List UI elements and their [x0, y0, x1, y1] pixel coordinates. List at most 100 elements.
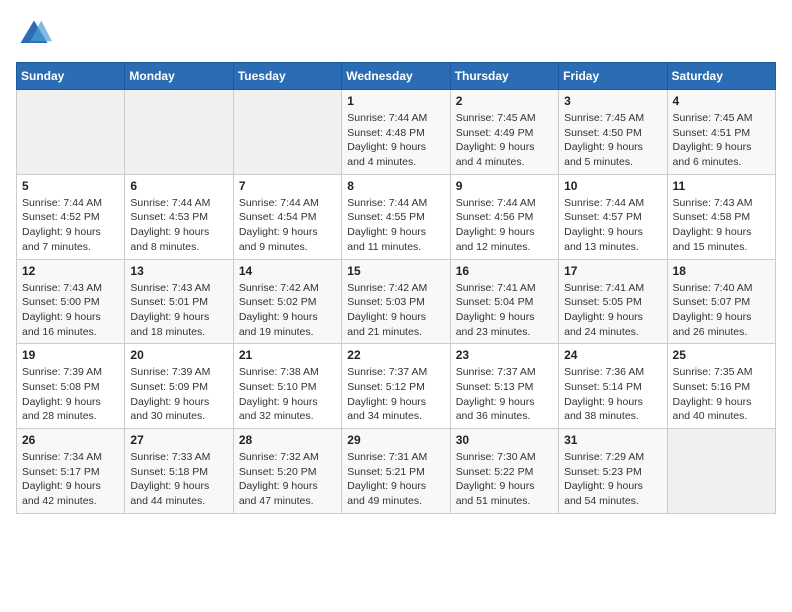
- day-info: Sunrise: 7:44 AMSunset: 4:53 PMDaylight:…: [130, 196, 227, 255]
- calendar-cell: 2 Sunrise: 7:45 AMSunset: 4:49 PMDaylight…: [450, 90, 558, 175]
- day-header-tuesday: Tuesday: [233, 63, 341, 90]
- day-number: 2: [456, 94, 553, 108]
- day-info: Sunrise: 7:44 AMSunset: 4:48 PMDaylight:…: [347, 111, 444, 170]
- day-info: Sunrise: 7:37 AMSunset: 5:13 PMDaylight:…: [456, 365, 553, 424]
- calendar-cell: [17, 90, 125, 175]
- day-number: 9: [456, 179, 553, 193]
- calendar-cell: 17Sunrise: 7:41 AMSunset: 5:05 PMDayligh…: [559, 259, 667, 344]
- calendar-cell: 1 Sunrise: 7:44 AMSunset: 4:48 PMDaylight…: [342, 90, 450, 175]
- day-number: 6: [130, 179, 227, 193]
- day-number: 3: [564, 94, 661, 108]
- day-info: Sunrise: 7:42 AMSunset: 5:03 PMDaylight:…: [347, 281, 444, 340]
- calendar-cell: 14 Sunrise: 7:42 AMSunset: 5:02 PMDayligh…: [233, 259, 341, 344]
- day-info: Sunrise: 7:43 AMSunset: 4:58 PMDaylight:…: [673, 196, 770, 255]
- day-info: Sunrise: 7:45 AMSunset: 4:49 PMDaylight:…: [456, 111, 553, 170]
- calendar-cell: 25Sunrise: 7:35 AMSunset: 5:16 PMDayligh…: [667, 344, 775, 429]
- day-header-monday: Monday: [125, 63, 233, 90]
- day-number: 29: [347, 433, 444, 447]
- calendar-cell: 28 Sunrise: 7:32 AMSunset: 5:20 PMDayligh…: [233, 429, 341, 514]
- day-info: Sunrise: 7:43 AMSunset: 5:00 PMDaylight:…: [22, 281, 119, 340]
- day-number: 26: [22, 433, 119, 447]
- calendar-cell: 20Sunrise: 7:39 AMSunset: 5:09 PMDayligh…: [125, 344, 233, 429]
- day-info: Sunrise: 7:43 AMSunset: 5:01 PMDaylight:…: [130, 281, 227, 340]
- calendar-cell: 11 Sunrise: 7:43 AMSunset: 4:58 PMDayligh…: [667, 174, 775, 259]
- day-info: Sunrise: 7:44 AMSunset: 4:55 PMDaylight:…: [347, 196, 444, 255]
- day-info: Sunrise: 7:45 AMSunset: 4:50 PMDaylight:…: [564, 111, 661, 170]
- day-number: 31: [564, 433, 661, 447]
- calendar-cell: 30Sunrise: 7:30 AMSunset: 5:22 PMDayligh…: [450, 429, 558, 514]
- calendar-cell: 12 Sunrise: 7:43 AMSunset: 5:00 PMDayligh…: [17, 259, 125, 344]
- day-info: Sunrise: 7:45 AMSunset: 4:51 PMDaylight:…: [673, 111, 770, 170]
- calendar-cell: [125, 90, 233, 175]
- day-number: 16: [456, 264, 553, 278]
- calendar-cell: 24 Sunrise: 7:36 AMSunset: 5:14 PMDayligh…: [559, 344, 667, 429]
- day-info: Sunrise: 7:35 AMSunset: 5:16 PMDaylight:…: [673, 365, 770, 424]
- day-info: Sunrise: 7:44 AMSunset: 4:52 PMDaylight:…: [22, 196, 119, 255]
- calendar-cell: 8 Sunrise: 7:44 AMSunset: 4:55 PMDaylight…: [342, 174, 450, 259]
- calendar-cell: 18 Sunrise: 7:40 AMSunset: 5:07 PMDayligh…: [667, 259, 775, 344]
- day-info: Sunrise: 7:44 AMSunset: 4:56 PMDaylight:…: [456, 196, 553, 255]
- calendar-week-5: 26 Sunrise: 7:34 AMSunset: 5:17 PMDayligh…: [17, 429, 776, 514]
- day-info: Sunrise: 7:37 AMSunset: 5:12 PMDaylight:…: [347, 365, 444, 424]
- calendar-cell: 7 Sunrise: 7:44 AMSunset: 4:54 PMDaylight…: [233, 174, 341, 259]
- day-number: 7: [239, 179, 336, 193]
- page-header: [16, 16, 776, 52]
- day-number: 27: [130, 433, 227, 447]
- day-info: Sunrise: 7:30 AMSunset: 5:22 PMDaylight:…: [456, 450, 553, 509]
- day-number: 4: [673, 94, 770, 108]
- calendar-cell: [233, 90, 341, 175]
- day-number: 12: [22, 264, 119, 278]
- day-header-saturday: Saturday: [667, 63, 775, 90]
- day-info: Sunrise: 7:44 AMSunset: 4:54 PMDaylight:…: [239, 196, 336, 255]
- day-number: 1: [347, 94, 444, 108]
- calendar-cell: 3 Sunrise: 7:45 AMSunset: 4:50 PMDaylight…: [559, 90, 667, 175]
- calendar-cell: 10 Sunrise: 7:44 AMSunset: 4:57 PMDayligh…: [559, 174, 667, 259]
- day-info: Sunrise: 7:44 AMSunset: 4:57 PMDaylight:…: [564, 196, 661, 255]
- day-info: Sunrise: 7:38 AMSunset: 5:10 PMDaylight:…: [239, 365, 336, 424]
- day-info: Sunrise: 7:40 AMSunset: 5:07 PMDaylight:…: [673, 281, 770, 340]
- day-number: 21: [239, 348, 336, 362]
- day-number: 17: [564, 264, 661, 278]
- calendar-week-2: 5Sunrise: 7:44 AMSunset: 4:52 PMDaylight…: [17, 174, 776, 259]
- day-info: Sunrise: 7:33 AMSunset: 5:18 PMDaylight:…: [130, 450, 227, 509]
- calendar-cell: 29Sunrise: 7:31 AMSunset: 5:21 PMDayligh…: [342, 429, 450, 514]
- day-number: 24: [564, 348, 661, 362]
- day-info: Sunrise: 7:36 AMSunset: 5:14 PMDaylight:…: [564, 365, 661, 424]
- day-header-friday: Friday: [559, 63, 667, 90]
- day-number: 22: [347, 348, 444, 362]
- calendar-cell: 16 Sunrise: 7:41 AMSunset: 5:04 PMDayligh…: [450, 259, 558, 344]
- day-header-sunday: Sunday: [17, 63, 125, 90]
- logo: [16, 16, 56, 52]
- day-number: 28: [239, 433, 336, 447]
- day-info: Sunrise: 7:39 AMSunset: 5:08 PMDaylight:…: [22, 365, 119, 424]
- day-info: Sunrise: 7:29 AMSunset: 5:23 PMDaylight:…: [564, 450, 661, 509]
- day-header-thursday: Thursday: [450, 63, 558, 90]
- day-number: 11: [673, 179, 770, 193]
- day-info: Sunrise: 7:39 AMSunset: 5:09 PMDaylight:…: [130, 365, 227, 424]
- day-header-wednesday: Wednesday: [342, 63, 450, 90]
- day-info: Sunrise: 7:41 AMSunset: 5:04 PMDaylight:…: [456, 281, 553, 340]
- calendar-cell: 31 Sunrise: 7:29 AMSunset: 5:23 PMDayligh…: [559, 429, 667, 514]
- calendar-cell: [667, 429, 775, 514]
- calendar-cell: 9 Sunrise: 7:44 AMSunset: 4:56 PMDaylight…: [450, 174, 558, 259]
- day-number: 18: [673, 264, 770, 278]
- calendar-cell: 13 Sunrise: 7:43 AMSunset: 5:01 PMDayligh…: [125, 259, 233, 344]
- day-number: 10: [564, 179, 661, 193]
- day-info: Sunrise: 7:42 AMSunset: 5:02 PMDaylight:…: [239, 281, 336, 340]
- day-number: 8: [347, 179, 444, 193]
- day-number: 13: [130, 264, 227, 278]
- calendar-cell: 19Sunrise: 7:39 AMSunset: 5:08 PMDayligh…: [17, 344, 125, 429]
- calendar-week-1: 1 Sunrise: 7:44 AMSunset: 4:48 PMDaylight…: [17, 90, 776, 175]
- calendar-cell: 27 Sunrise: 7:33 AMSunset: 5:18 PMDayligh…: [125, 429, 233, 514]
- calendar-header-row: SundayMondayTuesdayWednesdayThursdayFrid…: [17, 63, 776, 90]
- calendar-cell: 15 Sunrise: 7:42 AMSunset: 5:03 PMDayligh…: [342, 259, 450, 344]
- day-info: Sunrise: 7:34 AMSunset: 5:17 PMDaylight:…: [22, 450, 119, 509]
- calendar-cell: 6 Sunrise: 7:44 AMSunset: 4:53 PMDaylight…: [125, 174, 233, 259]
- day-info: Sunrise: 7:32 AMSunset: 5:20 PMDaylight:…: [239, 450, 336, 509]
- logo-icon: [16, 16, 52, 52]
- calendar-week-3: 12 Sunrise: 7:43 AMSunset: 5:00 PMDayligh…: [17, 259, 776, 344]
- day-number: 15: [347, 264, 444, 278]
- calendar-cell: 5Sunrise: 7:44 AMSunset: 4:52 PMDaylight…: [17, 174, 125, 259]
- day-number: 14: [239, 264, 336, 278]
- calendar-cell: 21 Sunrise: 7:38 AMSunset: 5:10 PMDayligh…: [233, 344, 341, 429]
